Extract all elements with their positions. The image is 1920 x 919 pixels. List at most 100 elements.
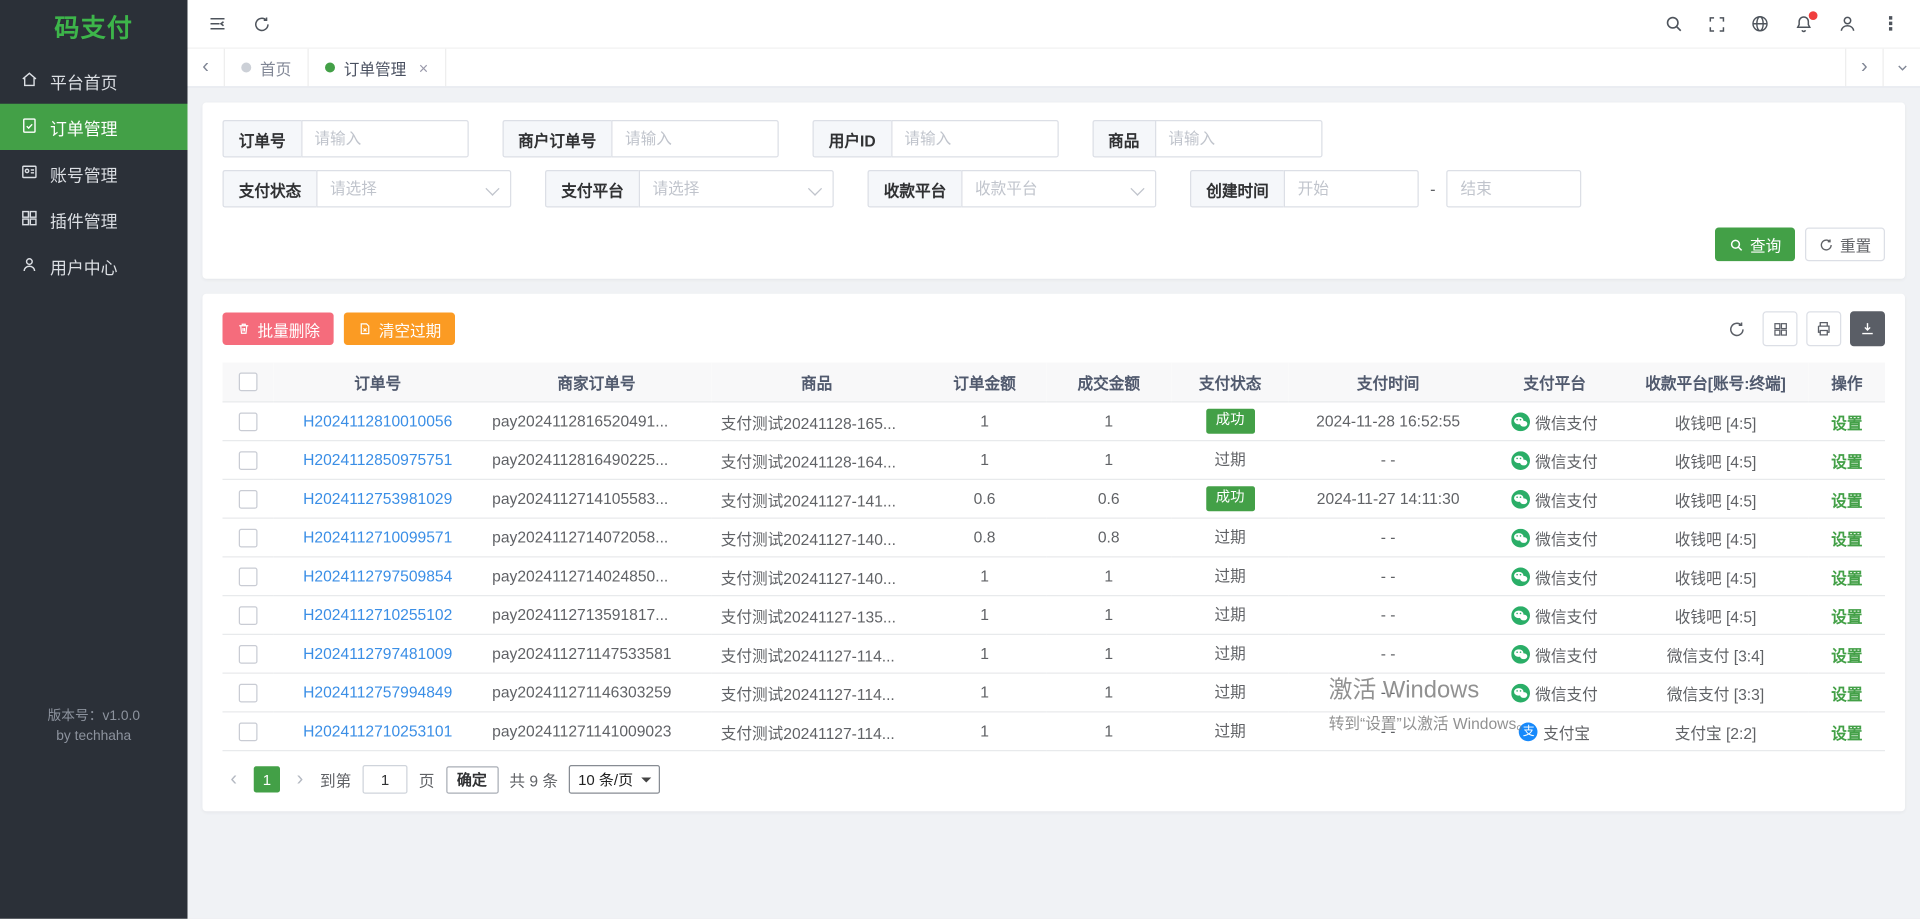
start-date-input[interactable] — [1284, 170, 1419, 208]
filter-label: 用户ID — [813, 120, 891, 158]
order-no-link[interactable]: H2024112797509854 — [303, 568, 452, 586]
filter-merchant-no: 商户订单号 — [502, 120, 779, 158]
export-icon[interactable] — [1850, 311, 1885, 346]
settings-link[interactable]: 设置 — [1831, 453, 1862, 471]
tab-orders[interactable]: 订单管理 × — [309, 49, 446, 87]
order-no-link[interactable]: H2024112757994849 — [303, 684, 452, 702]
row-checkbox[interactable] — [239, 451, 258, 470]
order-no-link[interactable]: H2024112797481009 — [303, 645, 452, 663]
sidebar-item-home[interactable]: 平台首页 — [0, 58, 188, 104]
platform-name: 微信支付 — [1535, 487, 1598, 511]
tab-home[interactable]: 首页 — [225, 49, 309, 87]
tab-label: 订单管理 — [344, 56, 407, 80]
settings-link[interactable]: 设置 — [1831, 531, 1862, 549]
next-page-icon[interactable]: › — [291, 769, 309, 789]
order-no-link[interactable]: H2024112710255102 — [303, 606, 452, 624]
author-text: by techhaha — [0, 727, 188, 747]
table-header: 订单号 商家订单号 商品 订单金额 成交金额 支付状态 支付时间 支付平台 收款… — [223, 363, 1886, 402]
sidebar-item-orders[interactable]: 订单管理 — [0, 104, 188, 150]
confirm-page-button[interactable]: 确定 — [446, 766, 499, 794]
notification-bell-icon[interactable] — [1794, 14, 1814, 34]
collapse-menu-icon[interactable] — [208, 14, 228, 34]
current-page-button[interactable]: 1 — [254, 766, 280, 792]
filter-user-id: 用户ID — [813, 120, 1059, 158]
page-jump-input[interactable] — [363, 765, 408, 794]
sidebar-menu: 平台首页 订单管理 账号管理 插件管理 用户中心 — [0, 58, 188, 289]
order-no-link[interactable]: H2024112710253101 — [303, 723, 452, 741]
pay-platform: 支 微信支付 — [1512, 603, 1598, 627]
receive-platform-select[interactable] — [961, 170, 1156, 208]
settings-link[interactable]: 设置 — [1831, 608, 1862, 626]
refresh-page-icon[interactable] — [253, 14, 272, 33]
wechat-pay-icon — [1512, 451, 1531, 470]
tabs-menu-chevron-icon[interactable] — [1883, 49, 1920, 87]
settings-link[interactable]: 设置 — [1831, 414, 1862, 432]
order-no-link[interactable]: H2024112753981029 — [303, 490, 452, 508]
order-no-input[interactable] — [301, 120, 469, 158]
batch-delete-button[interactable]: 批量删除 — [223, 313, 334, 346]
row-checkbox[interactable] — [239, 606, 258, 625]
status-badge: 成功 — [1206, 409, 1255, 433]
row-checkbox[interactable] — [239, 722, 258, 741]
row-checkbox[interactable] — [239, 412, 258, 431]
settings-link[interactable]: 设置 — [1831, 647, 1862, 665]
end-date-input[interactable] — [1447, 170, 1582, 208]
settings-link[interactable]: 设置 — [1831, 724, 1862, 742]
merchant-order-no: pay2024112714024850... — [482, 557, 711, 596]
filter-product: 商品 — [1092, 120, 1322, 158]
settings-link[interactable]: 设置 — [1831, 686, 1862, 704]
row-checkbox[interactable] — [239, 683, 258, 702]
status-badge: 过期 — [1214, 684, 1245, 702]
row-checkbox[interactable] — [239, 528, 258, 547]
search-icon — [1729, 237, 1744, 252]
search-icon[interactable] — [1664, 14, 1684, 34]
tabs-scroll-left-icon[interactable]: ‹ — [188, 49, 226, 87]
columns-setting-icon[interactable] — [1763, 311, 1798, 346]
language-globe-icon[interactable] — [1750, 14, 1770, 34]
close-tab-icon[interactable]: × — [419, 59, 428, 75]
user-avatar-icon[interactable] — [1838, 14, 1858, 34]
goto-label: 到第 — [320, 768, 351, 792]
sidebar-item-user-center[interactable]: 用户中心 — [0, 243, 188, 289]
refresh-table-icon[interactable] — [1719, 311, 1754, 346]
col-product: 商品 — [711, 363, 923, 402]
sidebar: 码支付 平台首页 订单管理 账号管理 插件管理 用户中心 — [0, 0, 188, 919]
merchant-no-input[interactable] — [611, 120, 779, 158]
version-text: 版本号：v1.0.0 — [0, 708, 188, 728]
settings-link[interactable]: 设置 — [1831, 492, 1862, 510]
settings-link[interactable]: 设置 — [1831, 569, 1862, 587]
pay-platform: 支 微信支付 — [1512, 681, 1598, 705]
order-no-link[interactable]: H2024112850975751 — [303, 451, 452, 469]
tab-dot-icon — [241, 63, 251, 73]
order-no-link[interactable]: H2024112710099571 — [303, 529, 452, 547]
pay-status-select[interactable] — [316, 170, 511, 208]
select-all-checkbox[interactable] — [239, 373, 258, 392]
row-checkbox[interactable] — [239, 489, 258, 508]
order-no-link[interactable]: H2024112810010056 — [303, 413, 452, 431]
orders-panel: 批量删除 清空过期 — [203, 294, 1906, 812]
sidebar-item-accounts[interactable]: 账号管理 — [0, 150, 188, 196]
receiver-platform: 收钱吧 [4:5] — [1622, 479, 1808, 518]
row-checkbox[interactable] — [239, 644, 258, 663]
prev-page-icon[interactable]: ‹ — [225, 769, 243, 789]
product-input[interactable] — [1154, 120, 1322, 158]
search-button[interactable]: 查询 — [1715, 228, 1795, 262]
table-row: H2024112710253101 pay202411271141009023 … — [223, 712, 1886, 751]
clear-expired-button[interactable]: 清空过期 — [344, 313, 455, 346]
print-icon[interactable] — [1806, 311, 1841, 346]
receiver-platform: 收钱吧 [4:5] — [1622, 402, 1808, 441]
pay-platform: 支 微信支付 — [1512, 409, 1598, 433]
pay-time: - - — [1289, 518, 1487, 557]
page-size-select[interactable]: 10 条/页 — [569, 765, 660, 794]
reset-button[interactable]: 重置 — [1805, 228, 1885, 262]
tabs-scroll-right-icon[interactable]: › — [1845, 49, 1883, 87]
user-id-input[interactable] — [891, 120, 1059, 158]
sidebar-item-label: 账号管理 — [50, 161, 118, 186]
fullscreen-icon[interactable] — [1708, 14, 1727, 33]
row-checkbox[interactable] — [239, 567, 258, 586]
sidebar-item-plugins[interactable]: 插件管理 — [0, 196, 188, 242]
pay-platform-select[interactable] — [639, 170, 834, 208]
merchant-order-no: pay2024112713591817... — [482, 596, 711, 635]
filter-label: 订单号 — [223, 120, 301, 158]
more-menu-icon[interactable]: ⋮ — [1881, 13, 1900, 36]
